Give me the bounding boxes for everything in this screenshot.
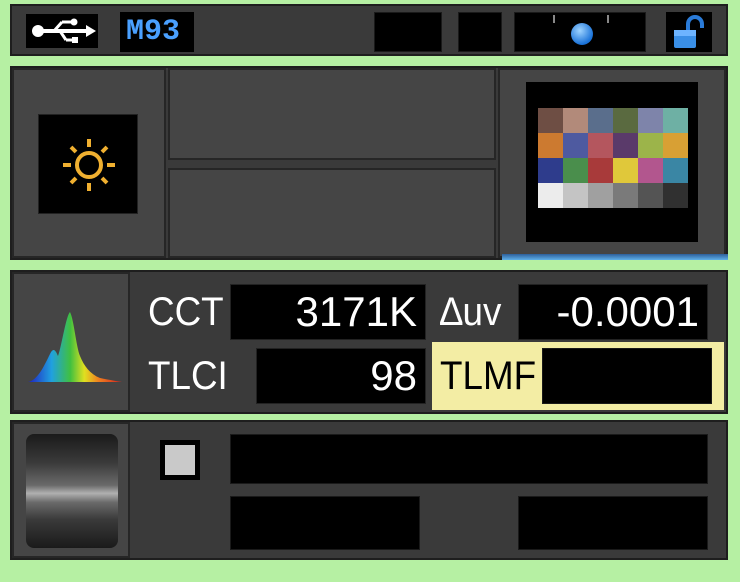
- top-info-upper: [168, 68, 496, 160]
- sun-icon: [38, 114, 138, 214]
- colorchecker-swatch: [538, 158, 563, 183]
- colorchecker-swatch: [613, 158, 638, 183]
- checkbox[interactable]: [160, 440, 200, 480]
- colorchecker-swatch: [638, 133, 663, 158]
- light-source-panel: [10, 66, 728, 260]
- colorchecker-swatch: [663, 108, 688, 133]
- top-info-lower: [168, 168, 496, 258]
- colorchecker-swatch: [613, 183, 638, 208]
- duv-value: -0.0001: [518, 284, 708, 340]
- level-indicator: [514, 12, 646, 52]
- colorchecker-screen: [526, 82, 698, 242]
- tlci-value: 98: [256, 348, 426, 404]
- bottom-field-wide: [230, 434, 708, 484]
- colorchecker-swatch: [563, 183, 588, 208]
- colorchecker-swatch: [663, 183, 688, 208]
- usb-icon: [26, 14, 98, 48]
- colorchecker-swatch: [588, 183, 613, 208]
- tlci-label: TLCI: [148, 354, 228, 398]
- mode-badge[interactable]: M93: [120, 12, 194, 52]
- selection-underline: [502, 254, 728, 260]
- cct-label: CCT: [148, 290, 224, 334]
- duv-label: ∆uv: [440, 290, 502, 334]
- dial-icon: [26, 434, 118, 548]
- unlock-icon[interactable]: [666, 12, 712, 52]
- colorchecker-cell[interactable]: [498, 68, 726, 258]
- bottom-field-right: [518, 496, 708, 550]
- bottom-panel: [10, 420, 728, 560]
- colorchecker-swatch: [538, 183, 563, 208]
- colorchecker-swatch: [613, 108, 638, 133]
- colorchecker-swatch: [588, 108, 613, 133]
- measurement-panel: CCT 3171K ∆uv -0.0001 TLCI 98 TLMF: [10, 270, 728, 414]
- colorchecker-swatch: [563, 133, 588, 158]
- colorchecker-swatch: [588, 158, 613, 183]
- colorchecker-swatch: [588, 133, 613, 158]
- colorchecker-chart: [538, 108, 688, 208]
- colorchecker-swatch: [563, 108, 588, 133]
- colorchecker-swatch: [663, 158, 688, 183]
- light-source-cell[interactable]: [12, 68, 166, 258]
- tlmf-value: [542, 348, 712, 404]
- spectrum-icon: [24, 306, 124, 391]
- colorchecker-swatch: [638, 183, 663, 208]
- colorchecker-swatch: [538, 133, 563, 158]
- colorchecker-swatch: [638, 158, 663, 183]
- spectrum-cell[interactable]: [12, 272, 130, 412]
- cct-value: 3171K: [230, 284, 426, 340]
- dial-cell[interactable]: [12, 422, 130, 558]
- colorchecker-swatch: [613, 133, 638, 158]
- colorchecker-swatch: [563, 158, 588, 183]
- bottom-field-left: [230, 496, 420, 550]
- tlmf-highlight[interactable]: TLMF: [432, 342, 724, 410]
- colorchecker-swatch: [663, 133, 688, 158]
- level-bubble-icon: [571, 23, 593, 45]
- tlmf-label: TLMF: [440, 354, 537, 398]
- status-slot-2: [458, 12, 502, 52]
- colorchecker-swatch: [638, 108, 663, 133]
- status-bar: M93: [10, 4, 728, 56]
- status-slot-1: [374, 12, 442, 52]
- colorchecker-swatch: [538, 108, 563, 133]
- mode-label: M93: [126, 15, 181, 49]
